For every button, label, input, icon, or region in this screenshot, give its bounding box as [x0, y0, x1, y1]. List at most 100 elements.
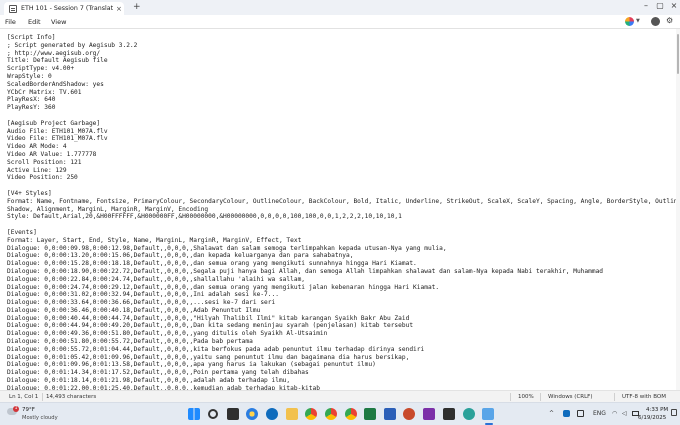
text-line: ScaledBorderAndShadow: yes: [7, 80, 104, 88]
weather-alert-badge: 1: [13, 406, 19, 412]
text-line: Dialogue: 0,0:00:49.36,0:00:51.80,Defaul…: [7, 330, 328, 338]
chrome-profile-icon[interactable]: [325, 408, 337, 420]
vertical-scrollbar[interactable]: [676, 29, 680, 390]
onenote-icon[interactable]: [423, 408, 435, 420]
profile-icon[interactable]: [651, 17, 660, 26]
cursor-position[interactable]: Ln 1, Col 1: [9, 394, 38, 400]
text-line: [Script Info]: [7, 34, 56, 41]
document-tab[interactable]: ETH 101 - Session 7 (Translation Te ×: [4, 2, 124, 15]
scrollbar-thumb[interactable]: [677, 34, 679, 74]
status-divider: [614, 393, 615, 401]
volume-icon[interactable]: ◁: [622, 410, 627, 417]
menu-edit[interactable]: Edit: [28, 18, 41, 26]
text-line: Video AR Mode: 4: [7, 143, 67, 151]
tab-close-button[interactable]: ×: [116, 5, 122, 13]
chat-icon[interactable]: [463, 408, 475, 420]
text-line: Dialogue: 0,0:00:31.02,0:00:32.94,Defaul…: [7, 291, 279, 299]
text-line: Format: Layer, Start, End, Style, Name, …: [7, 236, 302, 244]
text-line: [V4+ Styles]: [7, 189, 52, 197]
text-line: Dialogue: 0,0:01:18.14,0:01:21.98,Defaul…: [7, 377, 291, 385]
chevron-up-icon[interactable]: ^: [549, 410, 554, 417]
text-editor[interactable]: [Script Info]; Script generated by Aegis…: [0, 29, 680, 390]
chrome-icon[interactable]: [305, 408, 317, 420]
notepad-app-icon[interactable]: [482, 408, 494, 420]
text-line: Dialogue: 0,0:00:15.28,0:00:18.18,Defaul…: [7, 260, 417, 268]
text-line: [7, 221, 680, 229]
character-count: 14,493 characters: [46, 394, 97, 400]
text-line: Dialogue: 0,0:00:51.80,0:00:55.72,Defaul…: [7, 338, 253, 346]
menu-view[interactable]: View: [51, 18, 66, 26]
chrome-second-profile-icon[interactable]: [345, 408, 357, 420]
menu-file[interactable]: File: [5, 18, 16, 26]
text-line: Dialogue: 0,0:00:40.44,0:00:44.74,Defaul…: [7, 314, 410, 322]
text-line: [7, 112, 680, 120]
text-line: Shadow, Alignment, MarginL, MarginR, Mar…: [7, 205, 209, 213]
excel-icon[interactable]: [364, 408, 376, 420]
text-line: ; http://www.aegisub.org/: [7, 49, 101, 57]
text-line: Dialogue: 0,0:00:18.90,0:00:22.72,Defaul…: [7, 267, 604, 275]
weather-temperature[interactable]: 79°F: [22, 407, 35, 413]
windows-start-icon[interactable]: [188, 408, 200, 420]
maximize-button[interactable]: ▢: [653, 1, 667, 10]
outlook-icon[interactable]: [266, 408, 278, 420]
new-tab-button[interactable]: +: [133, 2, 141, 12]
text-line: Active Line: 129: [7, 166, 67, 174]
word-icon[interactable]: [384, 408, 396, 420]
menu-bar: File Edit View ▼ ⚙: [0, 15, 680, 29]
weather-description[interactable]: Mostly cloudy: [22, 415, 58, 421]
text-line: [Aegisub Project Garbage]: [7, 119, 101, 127]
status-divider: [42, 393, 43, 401]
copilot-app-icon[interactable]: [246, 408, 258, 420]
text-line: Dialogue: 0,0:00:33.64,0:00:36.66,Defaul…: [7, 299, 276, 307]
gear-icon[interactable]: ⚙: [666, 16, 673, 25]
text-line: Dialogue: 0,0:00:36.46,0:00:40.18,Defaul…: [7, 306, 261, 314]
text-line: Title: Default Aegisub file: [7, 57, 108, 65]
text-line: WrapStyle: 0: [7, 72, 52, 80]
text-line: Dialogue: 0,0:00:13.20,0:00:15.06,Defaul…: [7, 252, 354, 260]
text-line: [Events]: [7, 228, 37, 236]
text-line: PlayResY: 360: [7, 104, 56, 112]
clock-time[interactable]: 4:33 PM: [646, 407, 668, 413]
task-view-icon[interactable]: [227, 408, 239, 420]
text-line: [7, 182, 680, 190]
file-encoding[interactable]: UTF-8 with BOM: [622, 394, 666, 400]
text-line: Dialogue: 0,0:00:09.98,0:00:12.98,Defaul…: [7, 244, 447, 252]
text-line: Style: Default,Arial,20,&H00FFFFFF,&H000…: [7, 213, 402, 221]
language-indicator[interactable]: ENG: [593, 410, 606, 417]
text-line: YCbCr Matrix: TV.601: [7, 88, 82, 96]
text-line: Dialogue: 0,0:01:09.96,0:01:13.58,Defaul…: [7, 361, 376, 369]
onedrive-icon[interactable]: [563, 410, 570, 417]
terminal-icon[interactable]: [443, 408, 455, 420]
text-line: Dialogue: 0,0:01:05.42,0:01:09.96,Defaul…: [7, 353, 410, 361]
status-bar: Ln 1, Col 1 14,493 characters 100% Windo…: [0, 390, 680, 402]
minimize-button[interactable]: –: [639, 1, 653, 10]
text-line: PlayResX: 640: [7, 96, 56, 104]
text-line: Dialogue: 0,0:00:22.84,0:00:24.74,Defaul…: [7, 275, 306, 283]
text-line: ScriptType: v4.00+: [7, 65, 75, 73]
title-bar: ETH 101 - Session 7 (Translation Te × + …: [0, 0, 680, 15]
notepad-icon: [9, 4, 17, 13]
text-line: Dialogue: 0,0:00:55.72,0:01:04.44,Defaul…: [7, 345, 425, 353]
tab-title: ETH 101 - Session 7 (Translation Te: [21, 5, 113, 12]
copilot-icon[interactable]: [625, 17, 634, 26]
clock-date[interactable]: 6/19/2025: [638, 415, 666, 421]
wifi-icon[interactable]: ◠: [612, 410, 617, 417]
zoom-level[interactable]: 100%: [518, 394, 534, 400]
tablet-icon[interactable]: [577, 410, 584, 417]
status-divider: [540, 393, 541, 401]
text-line: Dialogue: 0,0:00:24.74,0:00:29.12,Defaul…: [7, 283, 440, 291]
text-line: Audio File: ETH101_M07A.flv: [7, 127, 108, 135]
notification-icon[interactable]: [671, 409, 677, 416]
text-line: Scroll Position: 121: [7, 158, 82, 166]
file-explorer-icon[interactable]: [286, 408, 298, 420]
powerpoint-icon[interactable]: [403, 408, 415, 420]
text-line: Video File: ETH101_M07A.flv: [7, 135, 108, 143]
text-line: ; Script generated by Aegisub 3.2.2: [7, 41, 138, 49]
search-icon[interactable]: [208, 409, 218, 419]
line-ending[interactable]: Windows (CRLF): [548, 394, 592, 400]
text-line: Dialogue: 0,0:01:14.34,0:01:17.52,Defaul…: [7, 369, 309, 377]
text-line: Dialogue: 0,0:00:44.94,0:00:49.20,Defaul…: [7, 322, 414, 330]
chevron-down-icon[interactable]: ▼: [636, 18, 640, 24]
taskbar: 1 79°F Mostly cloudy ^ ENG ◠ ◁ 4:33 PM 6…: [0, 402, 680, 425]
close-window-button[interactable]: ×: [667, 1, 680, 10]
